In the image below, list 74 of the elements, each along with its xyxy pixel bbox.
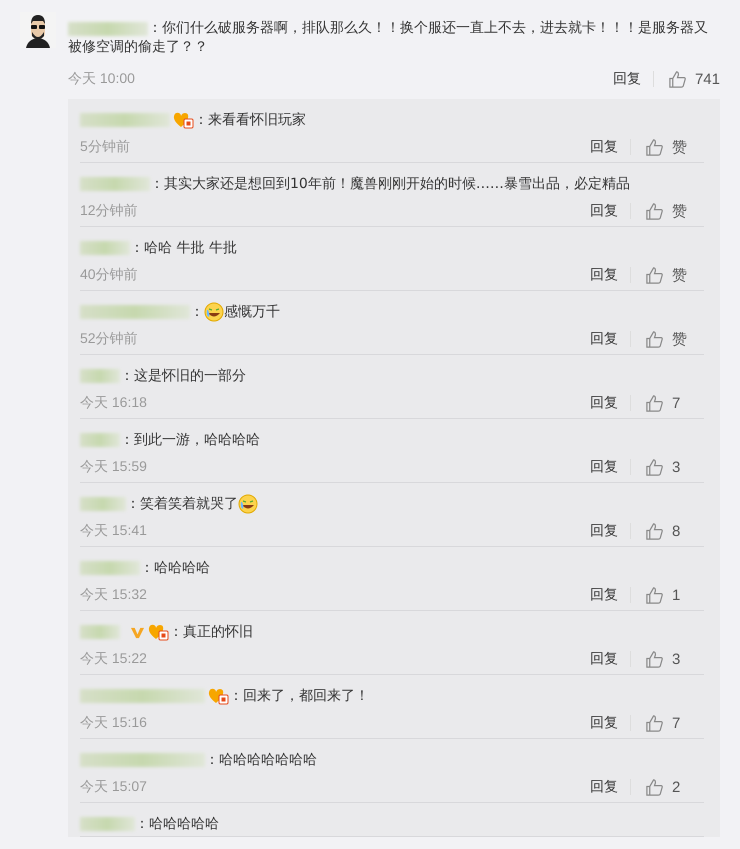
thumbs-up-icon[interactable]: [645, 266, 664, 284]
like-count: 3: [672, 458, 682, 476]
reply-time: 今天 15:16: [80, 714, 147, 732]
reply-link[interactable]: 回复: [590, 202, 618, 220]
like-count: 赞: [672, 202, 688, 220]
reply-text: ：哈哈哈哈: [140, 559, 210, 577]
fan-badge-icon: [147, 623, 169, 641]
reply-text: ：真正的怀旧: [169, 623, 253, 641]
like-count: 赞: [672, 330, 688, 348]
like-count: 赞: [672, 138, 688, 156]
reply-text: ：到此一游，哈哈哈哈: [120, 431, 260, 449]
reply-time: 5分钟前: [80, 138, 130, 156]
comment-text: ：你们什么破服务器啊，排队那么久！！换个服还一直上不去，进去就卡！！！是服务器又: [148, 19, 708, 38]
blurred-name: [80, 177, 150, 191]
reply-text: ：来看看怀旧玩家: [194, 111, 306, 129]
reply-time: 52分钟前: [80, 330, 138, 348]
like-count: 7: [672, 714, 682, 732]
reply-text: ：哈哈哈哈哈哈哈: [205, 751, 317, 769]
blurred-name: [80, 561, 140, 575]
reply-link[interactable]: 回复: [590, 714, 618, 732]
thumbs-up-icon[interactable]: [645, 714, 664, 732]
reply-time: 40分钟前: [80, 266, 138, 284]
blurred-name: [80, 369, 120, 383]
reply-text: ：: [190, 303, 204, 321]
reply-time: 今天 15:59: [80, 458, 147, 476]
like-count: 1: [672, 586, 682, 604]
reply-text: ：回来了，都回来了！: [229, 687, 369, 705]
reply-text: ：哈哈 牛批 牛批: [130, 239, 237, 257]
like-count: 7: [672, 394, 682, 412]
thumbs-up-icon[interactable]: [645, 202, 664, 220]
reply-link[interactable]: 回复: [612, 70, 641, 88]
blurred-name: [80, 625, 120, 639]
reply-link[interactable]: 回复: [590, 330, 618, 348]
thumbs-up-icon[interactable]: [645, 394, 664, 412]
reply-text: ：其实大家还是想回到10年前！魔兽刚刚开始的时候……暴雪出品，必定精品: [150, 175, 630, 193]
like-count: 8: [672, 522, 682, 540]
reply-time: 今天 15:22: [80, 650, 147, 668]
thumbs-up-icon[interactable]: [668, 70, 687, 88]
thumbs-up-icon[interactable]: [645, 778, 664, 796]
thumbs-up-icon[interactable]: [645, 330, 664, 348]
reply-time: 今天 15:41: [80, 522, 147, 540]
like-count: 3: [672, 650, 682, 668]
reply-time: 今天 16:18: [80, 394, 147, 412]
fan-badge-icon: [172, 111, 194, 129]
comment-time: 今天 10:00: [68, 70, 135, 88]
reply-time: 今天 15:32: [80, 586, 147, 604]
reply-text: ：笑着笑着就哭了: [126, 495, 238, 513]
reply-link[interactable]: 回复: [590, 394, 618, 412]
like-count: 赞: [672, 266, 688, 284]
reply-link[interactable]: 回复: [590, 778, 618, 796]
blurred-name: [80, 241, 130, 255]
reply-text: ：这是怀旧的一部分: [120, 367, 246, 385]
reply-link[interactable]: 回复: [590, 586, 618, 604]
reply-link[interactable]: 回复: [590, 522, 618, 540]
thumbs-up-icon[interactable]: [645, 650, 664, 668]
reply-link[interactable]: 回复: [590, 266, 618, 284]
comment-text: 被修空调的偷走了？？: [68, 38, 208, 57]
blurred-name: [80, 433, 120, 447]
blurred-name: [80, 817, 135, 831]
reply-time: 12分钟前: [80, 202, 138, 220]
reply-link[interactable]: 回复: [590, 650, 618, 668]
reply-link[interactable]: 回复: [590, 458, 618, 476]
fan-badge-icon: [207, 687, 229, 705]
like-count: 741: [694, 70, 720, 88]
thumbs-up-icon[interactable]: [645, 458, 664, 476]
reply-text: ：哈哈哈哈哈: [135, 815, 219, 833]
reply-link[interactable]: 回复: [590, 138, 618, 156]
blurred-name: [80, 497, 126, 511]
like-count: 2: [672, 778, 682, 796]
reply-text: 感慨万千: [224, 303, 280, 321]
reply-time: 今天 15:07: [80, 778, 147, 796]
thumbs-up-icon[interactable]: [645, 522, 664, 540]
thumbs-up-icon[interactable]: [645, 586, 664, 604]
thumbs-up-icon[interactable]: [645, 138, 664, 156]
